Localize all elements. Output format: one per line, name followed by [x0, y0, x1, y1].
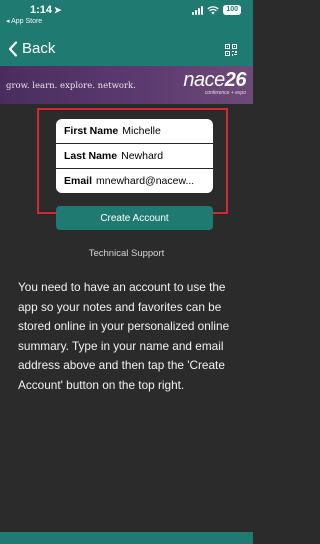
- back-button[interactable]: Back: [8, 40, 55, 57]
- first-name-field[interactable]: First Name Michelle: [56, 119, 213, 143]
- wifi-icon: [207, 5, 219, 14]
- back-label: Back: [22, 40, 56, 57]
- status-bar: 1:14 ➤ ◂ App Store 100: [0, 0, 253, 36]
- account-form: First Name Michelle Last Name Newhard Em…: [37, 108, 228, 230]
- back-to-app-store-link[interactable]: ◂ App Store: [6, 17, 42, 25]
- first-name-label: First Name: [64, 125, 119, 137]
- logo-wordmark: nace26: [183, 69, 246, 91]
- banner-tagline: grow. learn. explore. network.: [6, 81, 136, 91]
- status-icons: 100: [192, 5, 241, 15]
- email-label: Email: [64, 175, 93, 187]
- last-name-field[interactable]: Last Name Newhard: [56, 144, 213, 168]
- conference-banner: grow. learn. explore. network. nace26 co…: [0, 66, 253, 104]
- status-time-text: 1:14: [30, 4, 53, 16]
- qr-code-icon[interactable]: [225, 44, 237, 56]
- last-name-label: Last Name: [64, 150, 118, 162]
- email-field[interactable]: Email mnewhard@nacew...: [56, 169, 213, 193]
- bottom-bar: [0, 532, 253, 544]
- location-arrow-icon: ➤: [54, 5, 62, 15]
- first-name-value[interactable]: Michelle: [122, 125, 161, 137]
- technical-support-link[interactable]: Technical Support: [0, 248, 253, 259]
- chevron-left-icon: [8, 40, 18, 57]
- battery-icon: 100: [223, 5, 241, 15]
- signal-icon: [192, 5, 204, 15]
- last-name-value[interactable]: Newhard: [121, 150, 163, 162]
- instructions-text: You need to have an account to use the a…: [18, 280, 230, 392]
- status-time: 1:14 ➤: [30, 4, 62, 16]
- email-value[interactable]: mnewhard@nacew...: [96, 175, 194, 187]
- navigation-bar: Back: [0, 36, 253, 66]
- conference-logo: nace26 conference + expo: [183, 69, 246, 96]
- create-account-button[interactable]: Create Account: [56, 206, 213, 230]
